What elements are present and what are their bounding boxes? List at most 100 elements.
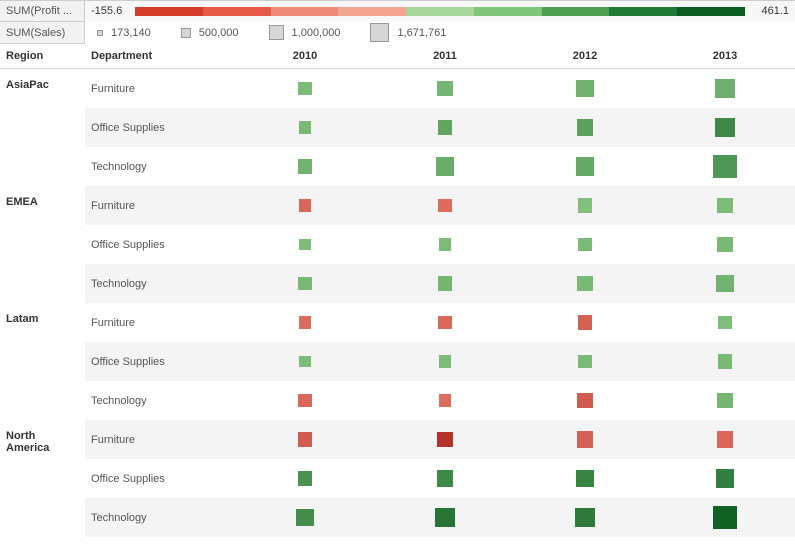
dept-rows: Furniture Office Supplies Technology (85, 303, 795, 420)
data-cell[interactable] (235, 303, 375, 342)
header-region: Region (0, 44, 85, 68)
data-cell[interactable] (655, 264, 795, 303)
square-mark-icon (435, 508, 455, 528)
square-mark-icon (715, 79, 735, 99)
data-cell[interactable] (515, 186, 655, 225)
data-cell[interactable] (235, 459, 375, 498)
data-cell[interactable] (515, 498, 655, 537)
data-cell[interactable] (515, 459, 655, 498)
data-cell[interactable] (655, 420, 795, 459)
data-cell[interactable] (235, 225, 375, 264)
size-legend-item: 173,140 (97, 27, 151, 39)
data-cell[interactable] (375, 186, 515, 225)
data-cell[interactable] (655, 147, 795, 186)
data-cell[interactable] (515, 69, 655, 108)
square-mark-icon (718, 354, 733, 369)
data-cell[interactable] (655, 186, 795, 225)
data-cell[interactable] (515, 225, 655, 264)
table-row: Office Supplies (85, 108, 795, 147)
data-cell[interactable] (655, 342, 795, 381)
size-swatch-label: 1,000,000 (292, 27, 341, 39)
data-cell[interactable] (655, 303, 795, 342)
table-row: Technology (85, 498, 795, 537)
data-cell[interactable] (515, 342, 655, 381)
square-mark-icon (298, 471, 312, 485)
table-row: Office Supplies (85, 342, 795, 381)
data-cell[interactable] (655, 69, 795, 108)
data-cell[interactable] (515, 381, 655, 420)
square-mark-icon (437, 81, 452, 96)
data-cell[interactable] (515, 264, 655, 303)
data-cell[interactable] (375, 108, 515, 147)
data-cell[interactable] (375, 69, 515, 108)
data-cell[interactable] (235, 69, 375, 108)
size-swatch-label: 173,140 (111, 27, 151, 39)
region-label: EMEA (0, 186, 85, 303)
data-cell[interactable] (375, 459, 515, 498)
data-cell[interactable] (375, 225, 515, 264)
square-mark-icon (575, 508, 594, 527)
square-mark-icon (299, 356, 310, 367)
region-block: EMEAFurnitureOffice SuppliesTechnology (0, 186, 795, 303)
data-cell[interactable] (235, 147, 375, 186)
department-label: Furniture (85, 317, 235, 329)
department-label: Office Supplies (85, 356, 235, 368)
square-mark-icon (438, 316, 451, 329)
data-cell[interactable] (235, 264, 375, 303)
square-mark-icon (576, 157, 595, 176)
square-mark-icon (578, 355, 591, 368)
data-cell[interactable] (375, 147, 515, 186)
data-cell[interactable] (235, 498, 375, 537)
square-mark-icon (299, 316, 311, 328)
square-mark-icon (577, 119, 594, 136)
data-cell[interactable] (235, 420, 375, 459)
square-mark-icon (437, 470, 453, 486)
data-cell[interactable] (515, 108, 655, 147)
data-cell[interactable] (235, 381, 375, 420)
profit-color-legend: SUM(Profit ... -155.6 461.1 (0, 0, 795, 22)
header-year-0: 2010 (235, 44, 375, 68)
data-cell[interactable] (655, 381, 795, 420)
department-label: Technology (85, 395, 235, 407)
table-row: Furniture (85, 186, 795, 225)
data-cell[interactable] (655, 225, 795, 264)
square-mark-icon (713, 506, 737, 530)
square-mark-icon (717, 393, 732, 408)
square-mark-icon (718, 316, 732, 330)
data-cell[interactable] (375, 498, 515, 537)
data-cell[interactable] (655, 459, 795, 498)
data-cell[interactable] (515, 147, 655, 186)
data-cell[interactable] (655, 108, 795, 147)
region-block: North AmericaFurnitureOffice SuppliesTec… (0, 420, 795, 537)
square-mark-icon (578, 198, 593, 213)
data-cell[interactable] (515, 303, 655, 342)
data-cell[interactable] (375, 381, 515, 420)
department-label: Office Supplies (85, 239, 235, 251)
size-swatch-icon (181, 28, 191, 38)
data-cell[interactable] (655, 498, 795, 537)
square-mark-icon (296, 509, 313, 526)
region-block: AsiaPacFurnitureOffice SuppliesTechnolog… (0, 69, 795, 186)
square-mark-icon (298, 159, 312, 173)
size-swatch-label: 1,671,761 (397, 27, 446, 39)
table-row: Furniture (85, 303, 795, 342)
data-cell[interactable] (375, 342, 515, 381)
data-cell[interactable] (235, 342, 375, 381)
data-cell[interactable] (235, 186, 375, 225)
data-cell[interactable] (375, 420, 515, 459)
data-cell[interactable] (235, 108, 375, 147)
department-label: Furniture (85, 434, 235, 446)
table-row: Technology (85, 147, 795, 186)
header-year-1: 2011 (375, 44, 515, 68)
color-legend-label: SUM(Profit ... (0, 1, 85, 21)
square-mark-icon (577, 276, 592, 291)
square-mark-icon (439, 394, 451, 406)
square-mark-icon (578, 238, 592, 252)
color-legend-max: 461.1 (749, 5, 789, 17)
data-grid: Region Department 2010 2011 2012 2013 As… (0, 44, 795, 537)
header-year-3: 2013 (655, 44, 795, 68)
data-cell[interactable] (515, 420, 655, 459)
data-cell[interactable] (375, 264, 515, 303)
color-legend-min: -155.6 (91, 5, 131, 17)
data-cell[interactable] (375, 303, 515, 342)
